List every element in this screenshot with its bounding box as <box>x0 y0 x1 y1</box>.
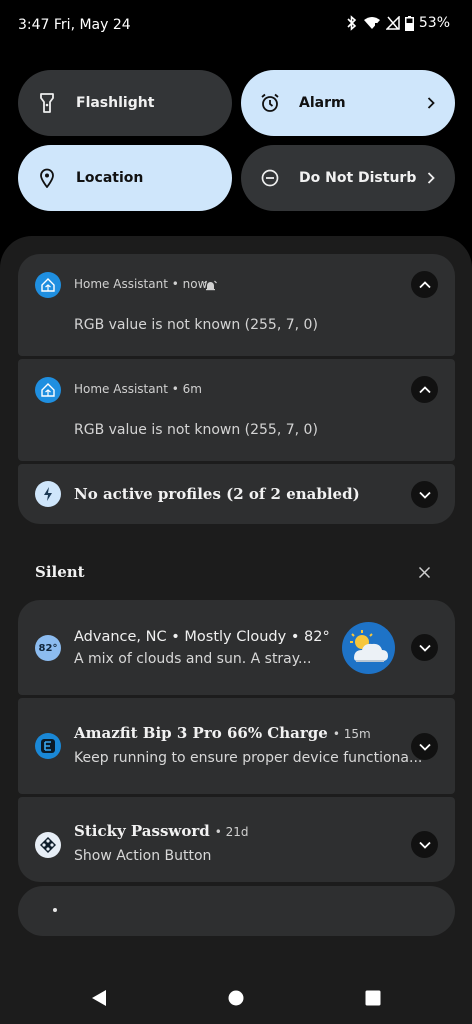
notification-profiles[interactable]: No active profiles (2 of 2 enabled) <box>18 464 455 524</box>
expand-button[interactable] <box>411 481 438 508</box>
sticky-time: • 21d <box>214 825 249 839</box>
collapse-button[interactable] <box>411 271 438 298</box>
home-icon <box>228 990 244 1006</box>
tile-location[interactable]: Location <box>18 145 232 211</box>
bluetooth-icon <box>346 15 358 31</box>
flashlight-icon <box>37 93 57 113</box>
status-time: 3:47 Fri, May 24 <box>18 17 131 33</box>
tile-label-alarm: Alarm <box>299 95 346 111</box>
temperature-badge: 82° <box>35 635 61 661</box>
overflow-dot <box>53 908 57 912</box>
chevron-up-icon <box>418 280 431 288</box>
amazfit-title-line: Amazfit Bip 3 Pro 66% Charge • 15m <box>74 724 371 742</box>
chevron-down-icon <box>418 743 431 751</box>
notification-app-line: Home Assistant • 6m <box>74 382 202 396</box>
tile-label-flashlight: Flashlight <box>76 95 155 111</box>
collapse-button[interactable] <box>411 376 438 403</box>
battery-percent: 53% <box>418 15 450 31</box>
battery-icon <box>404 15 414 31</box>
sticky-title: Sticky Password <box>74 822 210 840</box>
home-assistant-icon <box>35 272 61 298</box>
notification-app-line: Home Assistant • now <box>74 277 208 291</box>
chevron-down-icon <box>418 644 431 652</box>
sticky-body: Show Action Button <box>74 848 212 864</box>
notification-weather[interactable]: 82° Advance, NC • Mostly Cloudy • 82° A … <box>18 600 455 695</box>
expand-button[interactable] <box>411 733 438 760</box>
notification-sticky-password[interactable]: Sticky Password • 21d Show Action Button <box>18 797 455 882</box>
alarm-icon <box>260 93 280 113</box>
tile-alarm[interactable]: Alarm <box>241 70 455 136</box>
alert-bell-icon <box>204 277 217 296</box>
chevron-up-icon <box>418 385 431 393</box>
lightning-icon <box>35 481 61 507</box>
amazfit-title: Amazfit Bip 3 Pro 66% Charge <box>74 724 328 742</box>
location-icon <box>37 168 57 188</box>
tile-flashlight[interactable]: Flashlight <box>18 70 232 136</box>
amazfit-time: • 15m <box>332 727 371 741</box>
back-button[interactable] <box>90 989 108 1011</box>
chevron-down-icon <box>418 491 431 499</box>
recents-icon <box>365 990 381 1006</box>
tile-label-location: Location <box>76 170 144 186</box>
notification-body: RGB value is not known (255, 7, 0) <box>74 317 318 333</box>
tile-do-not-disturb[interactable]: Do Not Disturb <box>241 145 455 211</box>
zepp-icon <box>35 733 61 759</box>
home-assistant-icon <box>35 377 61 403</box>
profiles-title: No active profiles (2 of 2 enabled) <box>74 485 360 503</box>
expand-button[interactable] <box>411 831 438 858</box>
close-icon[interactable] <box>418 564 431 583</box>
notification-home-assistant-1[interactable]: Home Assistant • now RGB value is not kn… <box>18 254 455 356</box>
home-button[interactable] <box>228 990 244 1010</box>
back-icon <box>92 990 106 1006</box>
expand-button[interactable] <box>411 634 438 661</box>
dnd-icon <box>260 168 280 188</box>
chevron-right-icon <box>427 169 435 188</box>
notification-home-assistant-2[interactable]: Home Assistant • 6m RGB value is not kno… <box>18 359 455 461</box>
status-icons: 53% <box>346 15 450 31</box>
signal-icon <box>385 16 400 30</box>
amazfit-body: Keep running to ensure proper device fun… <box>74 750 423 766</box>
tile-label-dnd: Do Not Disturb <box>299 170 417 186</box>
silent-section-header: Silent <box>35 563 85 581</box>
notification-body: RGB value is not known (255, 7, 0) <box>74 422 318 438</box>
weather-body: A mix of clouds and sun. A stray... <box>74 651 312 667</box>
notification-amazfit[interactable]: Amazfit Bip 3 Pro 66% Charge • 15m Keep … <box>18 698 455 794</box>
weather-title: Advance, NC • Mostly Cloudy • 82° <box>74 629 330 645</box>
partly-cloudy-icon <box>342 622 395 674</box>
status-bar: 3:47 Fri, May 24 53% <box>0 0 472 52</box>
navigation-bar <box>0 972 472 1024</box>
sticky-password-icon <box>35 832 61 858</box>
wifi-icon <box>363 16 381 30</box>
recents-button[interactable] <box>365 990 381 1010</box>
chevron-right-icon <box>427 94 435 113</box>
overflow-notifications[interactable] <box>18 886 455 936</box>
sticky-title-line: Sticky Password • 21d <box>74 822 249 840</box>
chevron-down-icon <box>418 841 431 849</box>
